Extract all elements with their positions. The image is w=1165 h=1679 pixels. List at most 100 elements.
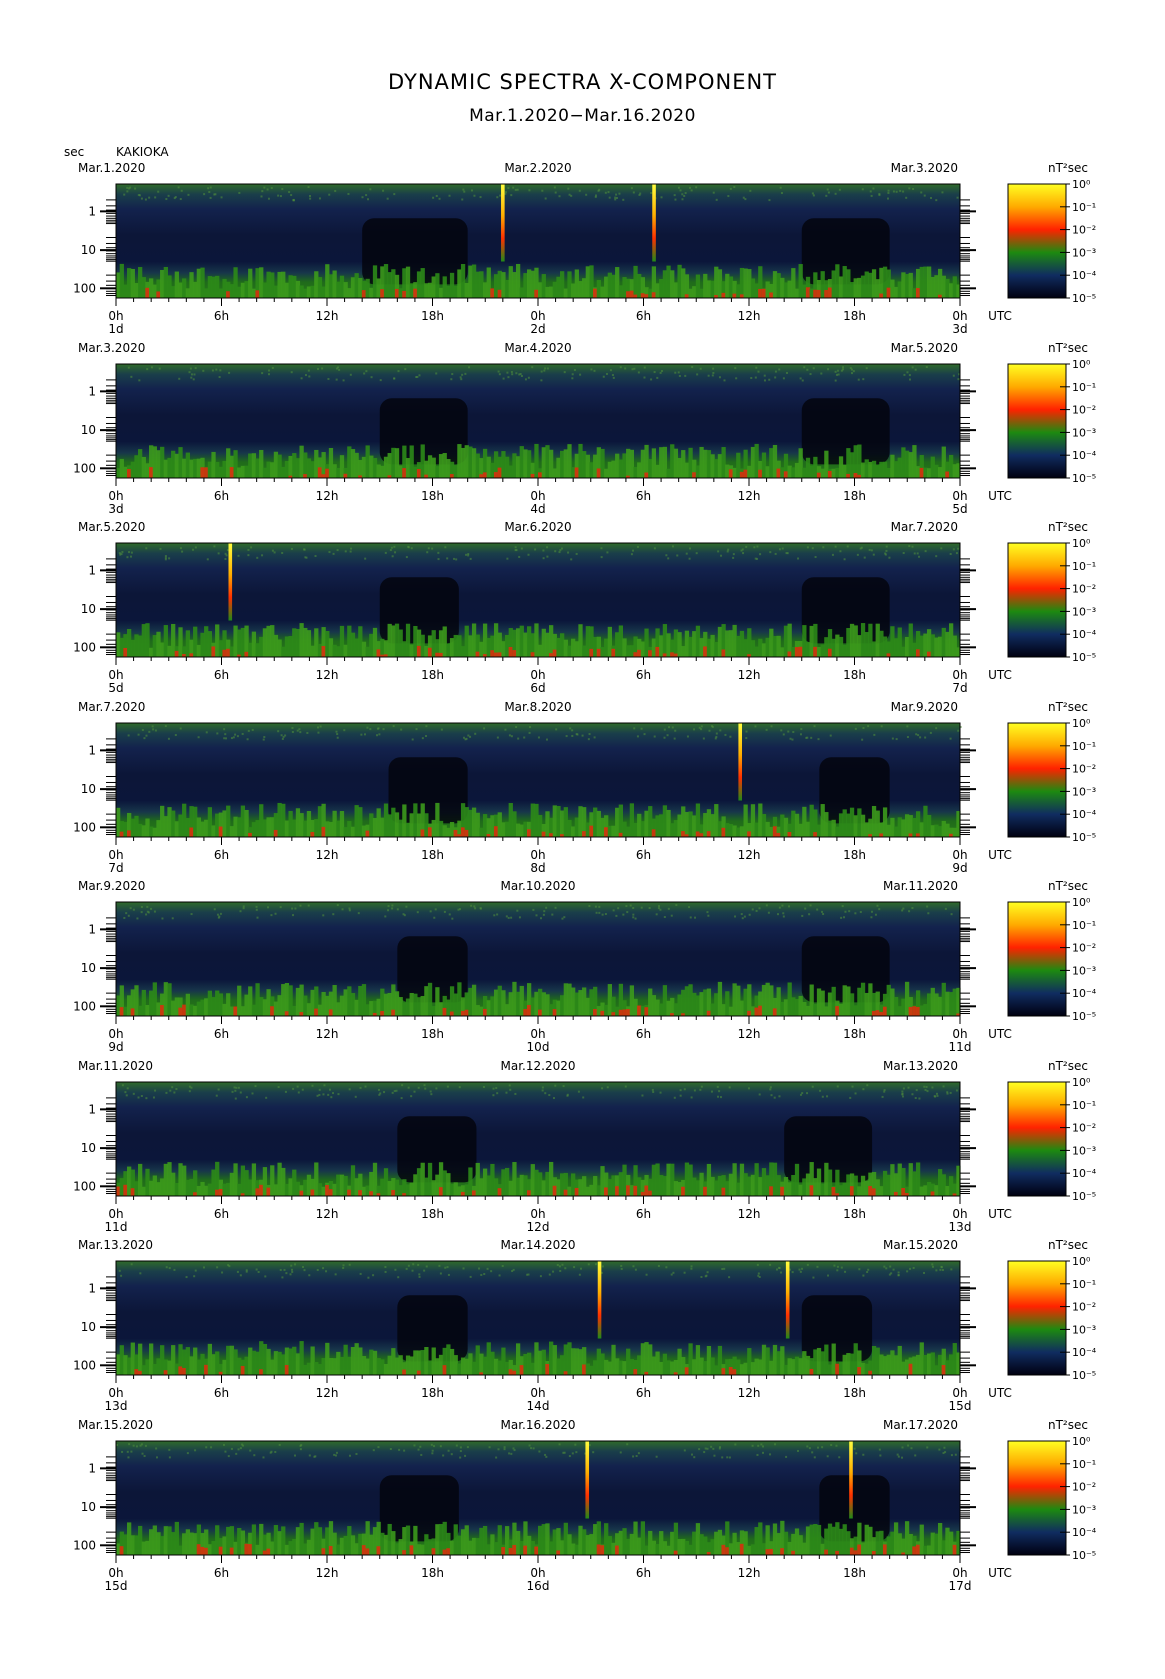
spectrum-speckle bbox=[955, 1089, 958, 1092]
spectrum-speckle bbox=[913, 552, 916, 555]
spectrum-cell bbox=[633, 1185, 638, 1196]
spectrum-speckle bbox=[957, 378, 960, 381]
spectrum-cell bbox=[549, 1541, 554, 1555]
spectrum-speckle bbox=[395, 1089, 398, 1092]
spectrum-cell bbox=[692, 286, 697, 298]
spectrum-cell bbox=[138, 1370, 143, 1375]
spectrum-speckle bbox=[791, 738, 794, 741]
spectrum-speckle bbox=[941, 1269, 944, 1272]
spectrum-speckle bbox=[141, 728, 144, 731]
spectrum-speckle bbox=[344, 550, 347, 553]
spectrum-cell bbox=[277, 454, 282, 478]
spectrum-cell bbox=[886, 287, 891, 298]
spectrum-cell bbox=[926, 814, 932, 837]
spectrum-speckle bbox=[883, 1089, 886, 1092]
spectrum-speckle bbox=[309, 194, 312, 197]
spectrum-cell bbox=[563, 983, 568, 1016]
spectrum-cell bbox=[629, 803, 635, 837]
spectrum-cell bbox=[846, 986, 851, 1016]
spectrum-speckle bbox=[443, 910, 446, 913]
spectrum-cell bbox=[325, 1184, 330, 1196]
spectrum-speckle bbox=[581, 734, 584, 737]
spectrum-speckle bbox=[634, 917, 637, 920]
spectrum-speckle bbox=[424, 1087, 427, 1090]
spectrum-speckle bbox=[528, 189, 531, 192]
spectrum-speckle bbox=[510, 1452, 513, 1455]
spectrum-cell bbox=[541, 831, 546, 837]
day-label: 6d bbox=[530, 681, 545, 695]
spectrum-speckle bbox=[641, 1094, 644, 1097]
spectrum-cell bbox=[167, 807, 172, 837]
spectrum-cell bbox=[471, 623, 477, 657]
spectrum-speckle bbox=[318, 1088, 321, 1091]
spectrum-cell bbox=[244, 281, 249, 298]
day-label: 4d bbox=[530, 502, 545, 516]
spectrum-cell bbox=[728, 1006, 734, 1016]
spectrum-cell bbox=[416, 469, 422, 478]
spectrum-cell bbox=[761, 452, 767, 478]
spectrum-speckle bbox=[834, 192, 837, 195]
spectrum-cell bbox=[259, 449, 264, 478]
spectrum-cell bbox=[405, 458, 411, 478]
spectrum-cell bbox=[178, 447, 183, 478]
spectrum-speckle bbox=[806, 1445, 809, 1448]
spectrum-cell bbox=[798, 448, 803, 478]
spectrum-speckle bbox=[598, 188, 601, 191]
spectrum-cell bbox=[626, 448, 631, 478]
colorbar bbox=[1007, 901, 1067, 1017]
spectrum-cell bbox=[688, 1544, 693, 1555]
y-tick-label: 1 bbox=[88, 1102, 96, 1116]
spectrum-cell bbox=[945, 278, 950, 298]
spectrum-cell bbox=[952, 464, 957, 478]
spectrum-cell bbox=[237, 985, 242, 1016]
spectrum-speckle bbox=[534, 548, 537, 551]
spectrum-cell bbox=[266, 271, 271, 298]
spectrum-cell bbox=[211, 276, 216, 298]
spectrum-speckle bbox=[908, 910, 911, 913]
spectrum-speckle bbox=[434, 908, 437, 911]
spectrum-cell bbox=[893, 1522, 899, 1555]
spectrum-speckle bbox=[615, 914, 618, 917]
spectrum-speckle bbox=[347, 192, 350, 195]
spectrum-cell bbox=[879, 267, 884, 298]
spectrum-cell bbox=[317, 806, 323, 837]
panel-left-date: Mar.15.2020 bbox=[78, 1418, 153, 1432]
spectrum-speckle bbox=[348, 1454, 351, 1457]
spectrum-cell bbox=[772, 1344, 778, 1375]
colorbar-tick-label: 10⁰ bbox=[1072, 1435, 1091, 1448]
spectrum-cell bbox=[372, 627, 378, 657]
spectrum-speckle bbox=[867, 1268, 870, 1271]
spectrum-cell bbox=[141, 456, 146, 478]
spectrum-cell bbox=[310, 831, 315, 837]
spectrum-cell bbox=[365, 1004, 370, 1016]
spectrum-cell bbox=[306, 1362, 312, 1375]
spectrum-speckle bbox=[253, 1454, 256, 1457]
spectrum-cell bbox=[354, 1543, 359, 1555]
spectrum-speckle bbox=[470, 189, 473, 192]
spectrum-cell bbox=[750, 1544, 756, 1555]
spectrum-cell bbox=[666, 633, 671, 657]
spectrum-speckle bbox=[657, 905, 660, 908]
spectrum-cell bbox=[919, 266, 924, 298]
spectrum-cell bbox=[736, 1542, 741, 1555]
spectrum-cell bbox=[758, 1005, 763, 1016]
spectrum-cell bbox=[288, 636, 293, 657]
spectrum-cell bbox=[262, 282, 268, 298]
spectrum-cell bbox=[475, 812, 480, 837]
spectrum-cell bbox=[600, 448, 605, 478]
spectrum-cell bbox=[827, 1523, 833, 1555]
spectrum-cell bbox=[633, 1369, 638, 1375]
spectrum-cell bbox=[314, 1362, 319, 1375]
spectrum-speckle bbox=[689, 916, 692, 919]
spectrum-speckle bbox=[706, 1271, 709, 1274]
spectrum-speckle bbox=[923, 194, 926, 197]
spectrum-speckle bbox=[405, 905, 408, 908]
spectrum-cell bbox=[879, 293, 884, 298]
spectrum-cell bbox=[523, 821, 528, 837]
spectrum-speckle bbox=[130, 551, 133, 554]
spectrum-cell bbox=[424, 1534, 429, 1555]
spectrum-speckle bbox=[757, 1444, 760, 1447]
spectrum-cell bbox=[541, 1524, 546, 1555]
spectrum-speckle bbox=[224, 552, 227, 555]
spectrum-speckle bbox=[234, 733, 237, 736]
